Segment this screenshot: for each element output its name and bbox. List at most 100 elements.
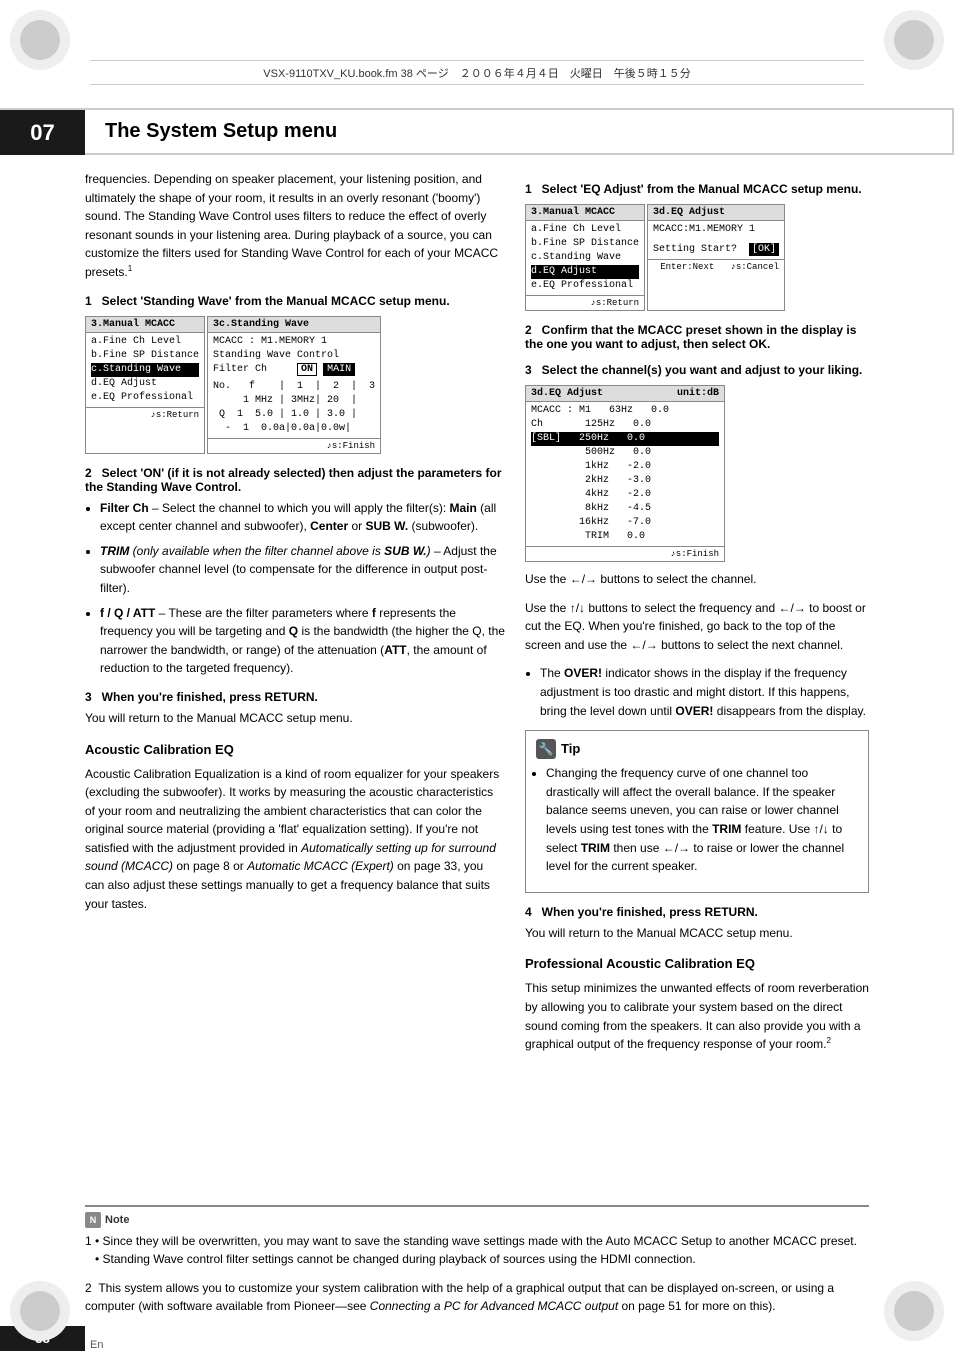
prof-eq-text: This setup minimizes the unwanted effect… xyxy=(525,979,869,1053)
left-step2-heading: 2 Select 'ON' (if it is not already sele… xyxy=(85,466,505,494)
chapter-title: The System Setup menu xyxy=(105,120,337,143)
screen1-row4: d.EQ Adjust xyxy=(91,377,199,391)
screen2-left-title: 3.Manual MCACC xyxy=(526,205,644,221)
screen1-table-header: No. f | 1 | 2 | 3 xyxy=(213,380,375,394)
note-icon: N xyxy=(85,1212,101,1228)
tip-bullets: Changing the frequency curve of one chan… xyxy=(546,764,858,876)
screen1-left-title: 3.Manual MCACC xyxy=(86,317,204,333)
tip-item1: Changing the frequency curve of one chan… xyxy=(546,764,858,876)
filename-text: VSX-9110TXV_KU.book.fm 38 ページ ２００６年４月４日 … xyxy=(263,65,690,81)
chapter-number: 07 xyxy=(0,110,85,155)
screen1-table-row2: Q 1 5.0 | 1.0 | 3.0 | xyxy=(213,408,375,422)
left-step3-text: You will return to the Manual MCACC setu… xyxy=(85,709,505,728)
screen2-row3: c.Standing Wave xyxy=(531,251,639,265)
over-bullet: The OVER! indicator shows in the display… xyxy=(540,664,869,720)
bullet-fqa: f / Q / ATT – These are the filter param… xyxy=(100,604,505,678)
screen2-right-body: MCACC:M1.MEMORY 1 Setting Start? [OK] xyxy=(648,221,784,259)
screen3-wrapper: 3d.EQ Adjustunit:dB MCACC : M1 63Hz 0.0 … xyxy=(525,385,869,562)
screen1-right-panel: 3c.Standing Wave MCACC : M1.MEMORY 1 Sta… xyxy=(207,316,381,454)
screen3-body: MCACC : M1 63Hz 0.0 Ch 125Hz 0.0 [SBL] 2… xyxy=(526,402,724,546)
corner-decoration-bl xyxy=(10,1281,70,1341)
screen3-1khz: 1kHz -2.0 xyxy=(531,460,719,474)
screen1-wrapper: 3.Manual MCACC a.Fine Ch Level b.Fine SP… xyxy=(85,316,505,454)
screen2-left-footer: ♪s:Return xyxy=(526,295,644,310)
screen3-mcacc-row: MCACC : M1 63Hz 0.0 xyxy=(531,404,719,418)
corner-decoration-tr xyxy=(884,10,944,70)
bullet-filter-ch: Filter Ch – Select the channel to which … xyxy=(100,499,505,536)
screen2-right-panel: 3d.EQ Adjust MCACC:M1.MEMORY 1 Setting S… xyxy=(647,204,785,311)
acoustic-eq-heading: Acoustic Calibration EQ xyxy=(85,742,505,757)
screen2-right-footer: Enter:Next ♪s:Cancel xyxy=(648,259,784,274)
screen2-mcacc: MCACC:M1.MEMORY 1 xyxy=(653,223,779,237)
screen1-left-footer: ♪s:Return xyxy=(86,407,204,422)
screen2-left-panel: 3.Manual MCACC a.Fine Ch Level b.Fine SP… xyxy=(525,204,645,311)
prof-eq-heading: Professional Acoustic Calibration EQ xyxy=(525,956,869,971)
screen3-500hz: 500Hz 0.0 xyxy=(531,446,719,460)
note-item-1: 1 • Since they will be overwritten, you … xyxy=(85,1232,869,1269)
step2-bullet-list: Filter Ch – Select the channel to which … xyxy=(100,499,505,678)
chapter-title-box: The System Setup menu xyxy=(85,110,954,155)
over-bullet-list: The OVER! indicator shows in the display… xyxy=(540,664,869,720)
left-step3-heading: 3 When you're finished, press RETURN. xyxy=(85,690,505,704)
screen1-table-row1: 1 MHz | 3MHz| 20 | xyxy=(213,394,375,408)
bullet-fqa-label: f / Q / ATT xyxy=(100,606,155,620)
screen3-4khz: 4kHz -2.0 xyxy=(531,488,719,502)
screen3-2khz: 2kHz -3.0 xyxy=(531,474,719,488)
note-title: N Note xyxy=(85,1212,869,1229)
bullet-trim: TRIM (only available when the filter cha… xyxy=(100,542,505,598)
screen2-wrapper: 3.Manual MCACC a.Fine Ch Level b.Fine SP… xyxy=(525,204,869,311)
tip-icon: 🔧 xyxy=(536,739,556,759)
channel-select-text: Use the ←/→ buttons to select the channe… xyxy=(525,570,869,589)
meta-line: VSX-9110TXV_KU.book.fm 38 ページ ２００６年４月４日 … xyxy=(90,60,864,85)
corner-decoration-br xyxy=(884,1281,944,1341)
note-item-2: 2 This system allows you to customize yo… xyxy=(85,1279,869,1316)
right-step2-heading: 2 Confirm that the MCACC preset shown in… xyxy=(525,323,869,351)
right-step3-heading: 3 Select the channel(s) you want and adj… xyxy=(525,363,869,377)
intro-paragraph: frequencies. Depending on speaker placem… xyxy=(85,170,505,282)
screen1-right-title: 3c.Standing Wave xyxy=(208,317,380,333)
screen1-row3-selected: c.Standing Wave xyxy=(91,363,199,377)
screen3-title: 3d.EQ Adjustunit:dB xyxy=(526,386,724,402)
screen1-row5: e.EQ Professional xyxy=(91,391,199,405)
screen1-left-body: a.Fine Ch Level b.Fine SP Distance c.Sta… xyxy=(86,333,204,407)
screen1-right-footer: ♪s:Finish xyxy=(208,438,380,453)
screen2-setting: Setting Start? [OK] xyxy=(653,243,779,257)
screen3-ch-row: Ch 125Hz 0.0 xyxy=(531,418,719,432)
screen1-row1: a.Fine Ch Level xyxy=(91,335,199,349)
screen2-row5: e.EQ Professional xyxy=(531,279,639,293)
bullet-trim-label: TRIM xyxy=(100,544,129,558)
tip-box: 🔧 Tip Changing the frequency curve of on… xyxy=(525,730,869,893)
footnote-1: 1 xyxy=(128,264,132,273)
screen2-row1: a.Fine Ch Level xyxy=(531,223,639,237)
screen2-row4-selected: d.EQ Adjust xyxy=(531,265,639,279)
screen3-footer: ♪s:Finish xyxy=(526,546,724,561)
right-step4-text: You will return to the Manual MCACC setu… xyxy=(525,924,869,943)
screen1-mcacc: MCACC : M1.MEMORY 1 xyxy=(213,335,375,349)
right-step1-heading: 1 Select 'EQ Adjust' from the Manual MCA… xyxy=(525,182,869,196)
screen3-trim: TRIM 0.0 xyxy=(531,530,719,544)
screen1-table-row3: - 1 0.0a|0.0a|0.0w| xyxy=(213,422,375,436)
bullet-filter-ch-label: Filter Ch xyxy=(100,501,149,515)
screen2-left-body: a.Fine Ch Level b.Fine SP Distance c.Sta… xyxy=(526,221,644,295)
acoustic-eq-text: Acoustic Calibration Equalization is a k… xyxy=(85,765,505,914)
screen1-swc: Standing Wave Control xyxy=(213,349,375,363)
left-column: frequencies. Depending on speaker placem… xyxy=(85,155,505,1291)
main-content: frequencies. Depending on speaker placem… xyxy=(85,155,869,1291)
screen3-16khz: 16kHz -7.0 xyxy=(531,516,719,530)
header-bar: VSX-9110TXV_KU.book.fm 38 ページ ２００６年４月４日 … xyxy=(0,0,954,110)
screen2-right-title: 3d.EQ Adjust xyxy=(648,205,784,221)
screen3-8khz: 8kHz -4.5 xyxy=(531,502,719,516)
screen3-panel: 3d.EQ Adjustunit:dB MCACC : M1 63Hz 0.0 … xyxy=(525,385,725,562)
screen1-filter: Filter Ch ON MAIN xyxy=(213,363,375,377)
right-column: 1 Select 'EQ Adjust' from the Manual MCA… xyxy=(525,155,869,1291)
footnote-2: 2 xyxy=(827,1036,831,1045)
tip-title: 🔧 Tip xyxy=(536,739,858,759)
left-step1-heading: 1 Select 'Standing Wave' from the Manual… xyxy=(85,294,505,308)
eq-adjust-text: Use the ↑/↓ buttons to select the freque… xyxy=(525,599,869,655)
screen3-sbl-row: [SBL] 250Hz 0.0 xyxy=(531,432,719,446)
screen1-left-panel: 3.Manual MCACC a.Fine Ch Level b.Fine SP… xyxy=(85,316,205,454)
screen1-row2: b.Fine SP Distance xyxy=(91,349,199,363)
screen2-row2: b.Fine SP Distance xyxy=(531,237,639,251)
screen1-right-body: MCACC : M1.MEMORY 1 Standing Wave Contro… xyxy=(208,333,380,438)
page-lang: En xyxy=(85,1334,103,1351)
